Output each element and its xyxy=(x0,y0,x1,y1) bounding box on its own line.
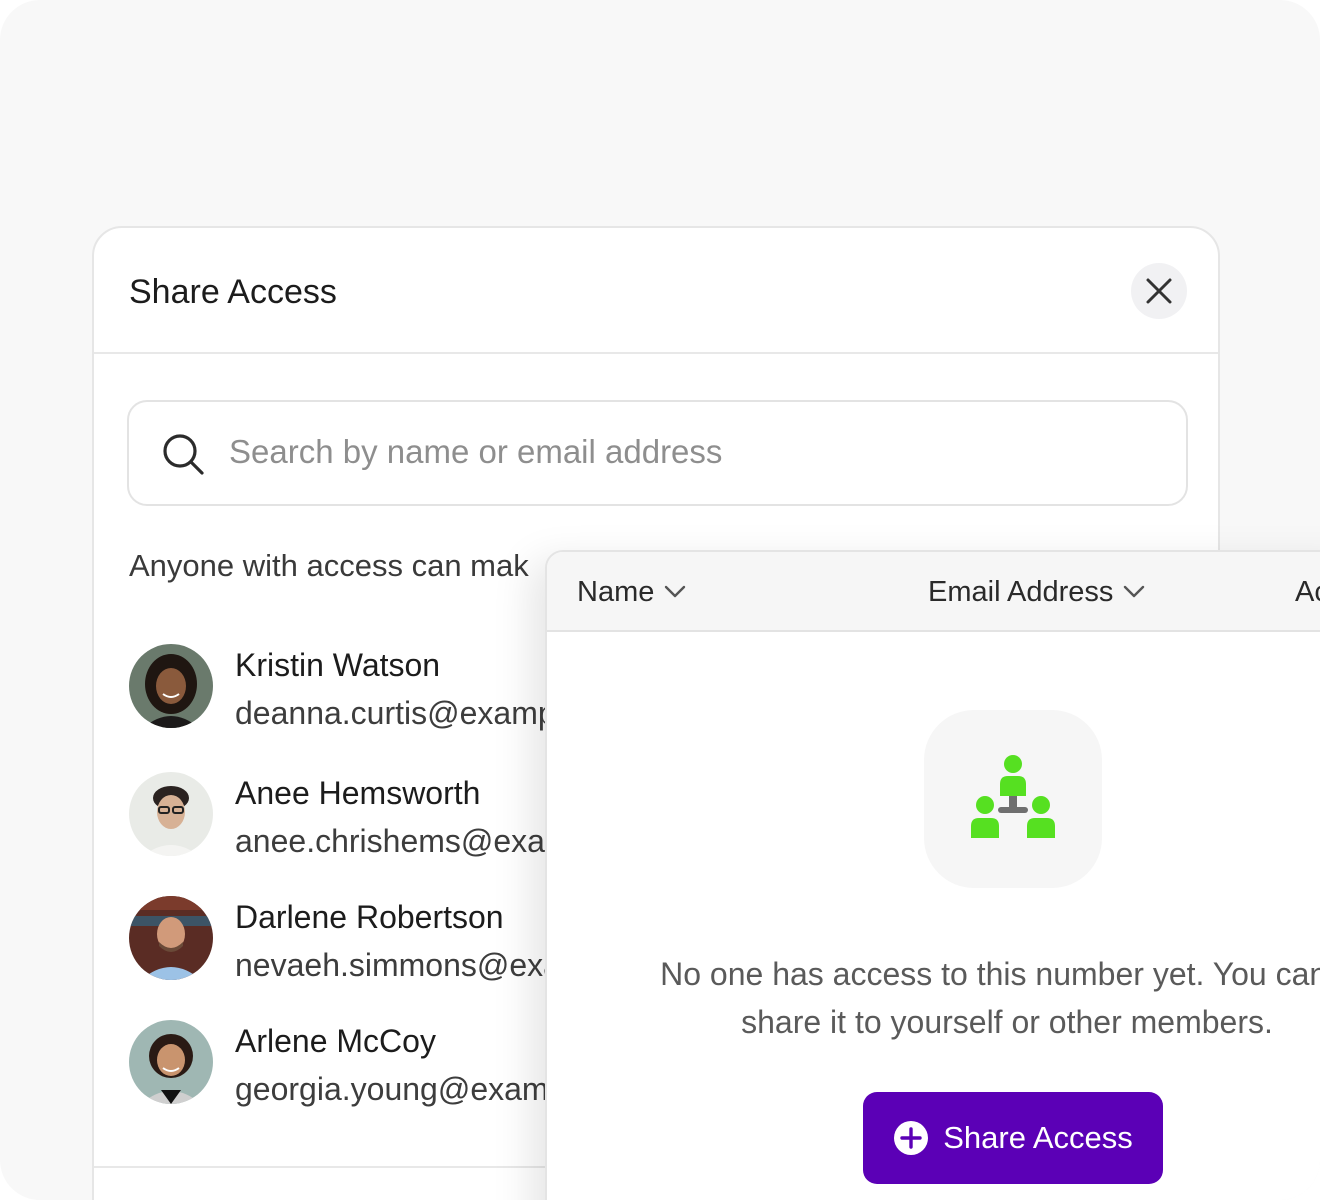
avatar xyxy=(129,772,213,856)
modal-header: Share Access xyxy=(94,228,1218,354)
avatar xyxy=(129,644,213,728)
plus-circle-icon xyxy=(894,1121,929,1155)
column-header-label: Name xyxy=(577,576,655,608)
column-header-label: Ac xyxy=(1295,576,1320,608)
empty-state-message: No one has access to this number yet. Yo… xyxy=(587,950,1320,1046)
member-name: Darlene Robertson xyxy=(235,899,504,935)
member-email: anee.chrishems@exar xyxy=(235,823,556,859)
member-name: Anee Hemsworth xyxy=(235,775,481,811)
org-chart-people-icon xyxy=(971,755,1055,838)
member-name: Kristin Watson xyxy=(235,647,441,683)
access-table-panel: Name Email Address Ac xyxy=(545,550,1320,1200)
search-input[interactable] xyxy=(229,426,1149,478)
access-note: Anyone with access can mak xyxy=(129,548,529,583)
column-header-name[interactable]: Name xyxy=(577,574,686,610)
search-box[interactable] xyxy=(127,400,1188,506)
empty-state-illustration xyxy=(924,710,1102,888)
chevron-down-icon xyxy=(665,585,686,598)
search-icon xyxy=(163,434,204,475)
close-button[interactable] xyxy=(1131,263,1187,319)
empty-state-line: No one has access to this number yet. Yo… xyxy=(660,956,1320,992)
modal-title: Share Access xyxy=(129,273,337,311)
member-email: georgia.young@exam xyxy=(235,1071,549,1107)
column-header-label: Email Address xyxy=(928,576,1114,608)
avatar xyxy=(129,896,213,980)
member-name: Arlene McCoy xyxy=(235,1023,436,1059)
avatar xyxy=(129,1020,213,1104)
share-access-button-label: Share Access xyxy=(943,1120,1133,1155)
column-header-access[interactable]: Ac xyxy=(1295,574,1320,610)
page-background: Share Access Anyone with access can mak xyxy=(0,0,1320,1200)
column-header-email[interactable]: Email Address xyxy=(928,574,1145,610)
table-header: Name Email Address Ac xyxy=(547,552,1320,632)
share-access-button[interactable]: Share Access xyxy=(863,1092,1163,1184)
member-email: deanna.curtis@examp xyxy=(235,695,556,731)
empty-state-line: share it to yourself or other members. xyxy=(741,1004,1273,1040)
close-icon xyxy=(1146,278,1172,304)
member-email: nevaeh.simmons@exa xyxy=(235,947,561,983)
chevron-down-icon xyxy=(1124,585,1145,598)
